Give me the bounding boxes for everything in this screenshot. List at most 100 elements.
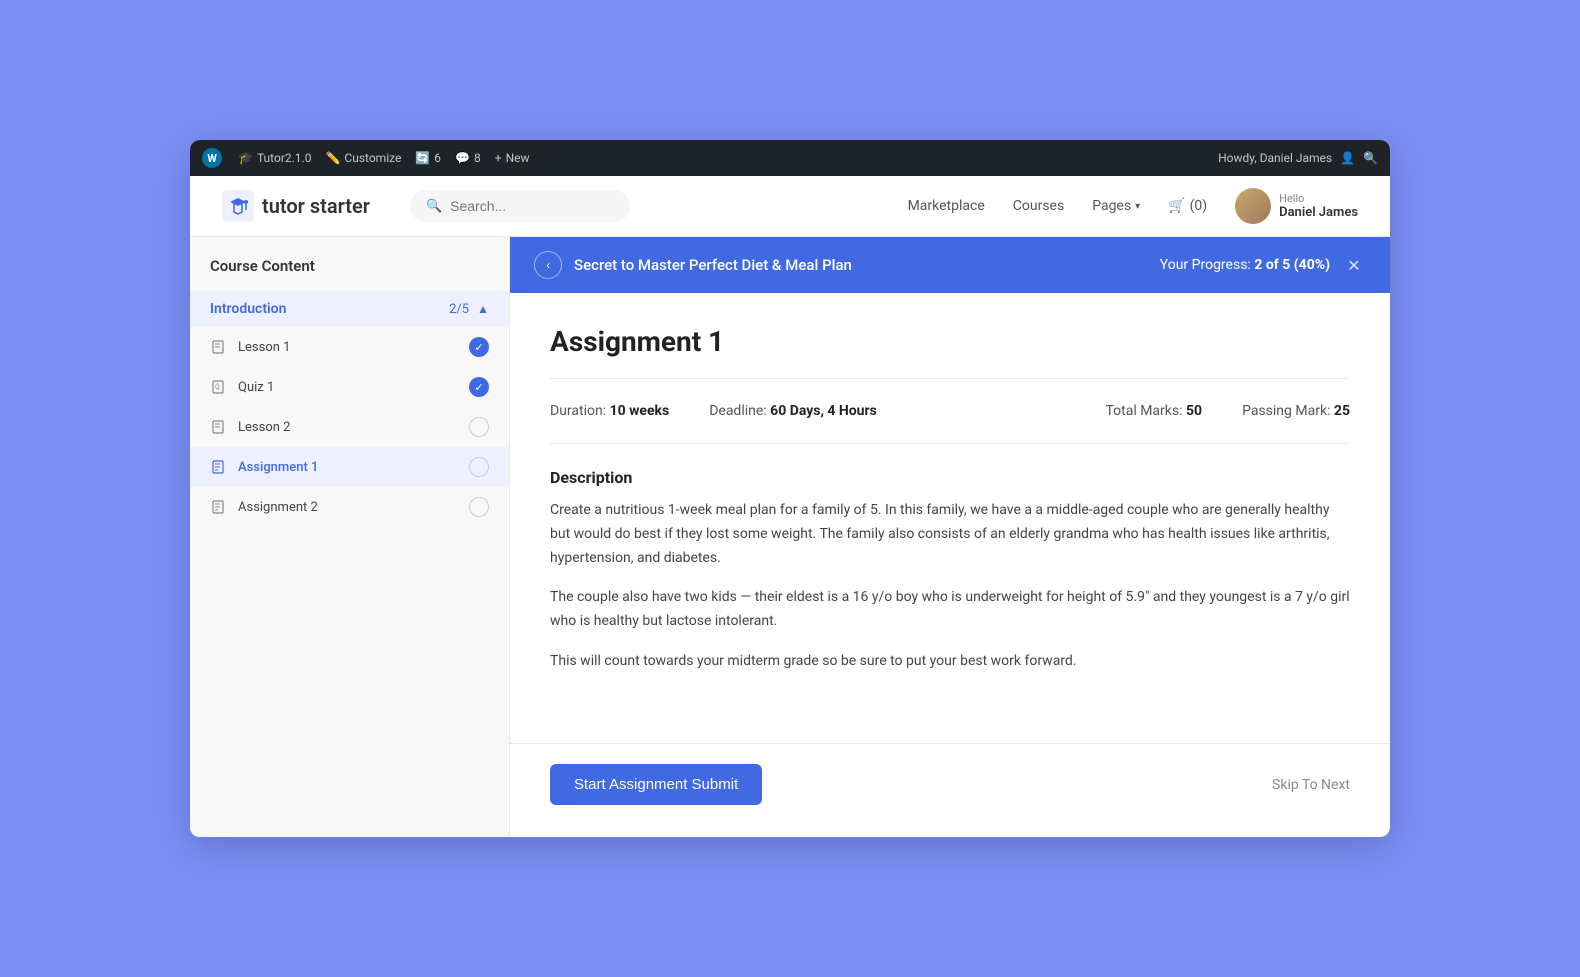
sidebar-item-lesson1[interactable]: Lesson 1 ✓	[190, 327, 509, 367]
progress-current: 2	[1254, 257, 1262, 273]
admin-user-icon: 👤	[1340, 151, 1355, 165]
comments-count: 8	[474, 151, 481, 165]
sidebar: Course Content Introduction 2/5 ▲ Lesson…	[190, 237, 510, 837]
wp-admin-bar: W 🎓 Tutor2.1.0 ✏️ Customize 🔄 6 💬 8 + Ne…	[190, 140, 1390, 176]
lesson1-name: Lesson 1	[238, 340, 459, 355]
logo-text: tutor starter	[262, 194, 370, 218]
main-nav: tutor starter 🔍 Marketplace Courses Page…	[190, 176, 1390, 237]
search-bar[interactable]: 🔍	[410, 190, 630, 222]
nav-links: Marketplace Courses Pages ▾ 🛒 (0) Hello …	[908, 188, 1358, 224]
lesson2-status	[469, 417, 489, 437]
cart-button[interactable]: 🛒 (0)	[1168, 198, 1207, 214]
lesson2-icon	[210, 418, 228, 436]
new-bar-item[interactable]: + New	[495, 151, 530, 165]
customize-bar-item[interactable]: ✏️ Customize	[325, 151, 401, 165]
chevron-down-icon: ▾	[1135, 201, 1140, 212]
divider-2	[550, 443, 1350, 444]
sidebar-section-header[interactable]: Introduction 2/5 ▲	[190, 291, 509, 327]
back-button[interactable]: ‹	[534, 251, 562, 279]
progress-banner: ‹ Secret to Master Perfect Diet & Meal P…	[510, 237, 1390, 293]
assignment-title: Assignment 1	[550, 325, 1350, 358]
assignment1-status	[469, 457, 489, 477]
search-icon: 🔍	[426, 199, 442, 214]
assignment1-icon	[210, 458, 228, 476]
tutor-version-label: Tutor2.1.0	[257, 151, 312, 165]
user-area: Hello Daniel James	[1235, 188, 1358, 224]
chevron-left-icon: ‹	[546, 258, 550, 272]
progress-label: Your Progress:	[1160, 257, 1251, 273]
duration-label: Duration:	[550, 403, 606, 419]
lesson1-check: ✓	[469, 337, 489, 357]
duration-meta: Duration: 10 weeks	[550, 403, 669, 419]
wp-logo-icon[interactable]: W	[202, 148, 222, 168]
section-progress: 2/5	[449, 302, 469, 317]
total-marks-value: 50	[1186, 403, 1202, 419]
courses-link[interactable]: Courses	[1013, 198, 1064, 214]
updates-count: 6	[434, 151, 441, 165]
refresh-icon: 🔄	[415, 151, 430, 165]
quiz1-check: ✓	[469, 377, 489, 397]
marketplace-link[interactable]: Marketplace	[908, 198, 985, 214]
comment-icon: 💬	[455, 151, 470, 165]
assignment1-name: Assignment 1	[238, 460, 459, 475]
user-name-label: Daniel James	[1279, 205, 1358, 221]
search-input[interactable]	[450, 198, 614, 214]
section-title: Introduction	[210, 301, 286, 317]
pages-link[interactable]: Pages ▾	[1092, 198, 1140, 214]
description-title: Description	[550, 468, 1350, 487]
browser-window: W 🎓 Tutor2.1.0 ✏️ Customize 🔄 6 💬 8 + Ne…	[190, 140, 1390, 837]
section-meta: 2/5 ▲	[449, 302, 489, 317]
site-logo[interactable]: tutor starter	[222, 190, 370, 222]
close-button[interactable]: ✕	[1342, 253, 1366, 277]
courses-label: Courses	[1013, 198, 1064, 214]
sidebar-item-assignment2[interactable]: Assignment 2	[190, 487, 509, 527]
description-para-1: Create a nutritious 1-week meal plan for…	[550, 499, 1350, 570]
description-para-2: The couple also have two kids — their el…	[550, 586, 1350, 634]
sidebar-item-quiz1[interactable]: Q Quiz 1 ✓	[190, 367, 509, 407]
skip-to-next-link[interactable]: Skip To Next	[1272, 777, 1350, 793]
comments-bar-item[interactable]: 💬 8	[455, 151, 481, 165]
quiz1-name: Quiz 1	[238, 380, 459, 395]
customize-label: Customize	[344, 151, 401, 165]
main-content: ‹ Secret to Master Perfect Diet & Meal P…	[510, 237, 1390, 837]
assignment2-icon	[210, 498, 228, 516]
pencil-icon: ✏️	[325, 151, 340, 165]
user-info: Hello Daniel James	[1279, 192, 1358, 221]
sidebar-item-assignment1[interactable]: Assignment 1	[190, 447, 509, 487]
tutor-admin-bar-item[interactable]: 🎓 Tutor2.1.0	[238, 151, 311, 165]
progress-percent: 40%	[1299, 257, 1325, 273]
new-label: New	[506, 151, 530, 165]
deadline-label: Deadline:	[709, 403, 766, 419]
cart-icon: 🛒	[1168, 198, 1185, 214]
marketplace-label: Marketplace	[908, 198, 985, 214]
lesson2-name: Lesson 2	[238, 420, 459, 435]
course-title: Secret to Master Perfect Diet & Meal Pla…	[574, 256, 1148, 274]
admin-bar-right: Howdy, Daniel James 👤 🔍	[1218, 151, 1378, 165]
assignment-body: Assignment 1 Duration: 10 weeks Deadline…	[510, 293, 1390, 743]
admin-search-icon[interactable]: 🔍	[1363, 151, 1378, 165]
tutor-logo-icon	[222, 190, 254, 222]
total-marks-meta: Total Marks: 50	[1105, 403, 1202, 419]
sidebar-title: Course Content	[190, 257, 509, 291]
lesson-icon	[210, 338, 228, 356]
divider-1	[550, 378, 1350, 379]
progress-total: 5	[1282, 257, 1290, 273]
passing-mark-meta: Passing Mark: 25	[1242, 403, 1350, 419]
description-section: Description Create a nutritious 1-week m…	[550, 468, 1350, 674]
cart-count: (0)	[1190, 198, 1208, 214]
deadline-value: 60 Days, 4 Hours	[770, 403, 877, 419]
progress-info: Your Progress: 2 of 5 (40%)	[1160, 257, 1330, 273]
description-para-3: This will count towards your midterm gra…	[550, 650, 1350, 674]
action-area: Start Assignment Submit Skip To Next	[510, 743, 1390, 837]
howdy-text: Howdy, Daniel James	[1218, 151, 1332, 165]
duration-value: 10 weeks	[610, 403, 670, 419]
avatar[interactable]	[1235, 188, 1271, 224]
sidebar-item-lesson2[interactable]: Lesson 2	[190, 407, 509, 447]
start-assignment-button[interactable]: Start Assignment Submit	[550, 764, 762, 805]
close-icon: ✕	[1347, 256, 1360, 275]
assignment2-name: Assignment 2	[238, 500, 459, 515]
svg-text:Q: Q	[215, 383, 220, 391]
updates-bar-item[interactable]: 🔄 6	[415, 151, 441, 165]
user-hello-label: Hello	[1279, 192, 1358, 205]
quiz-icon: Q	[210, 378, 228, 396]
